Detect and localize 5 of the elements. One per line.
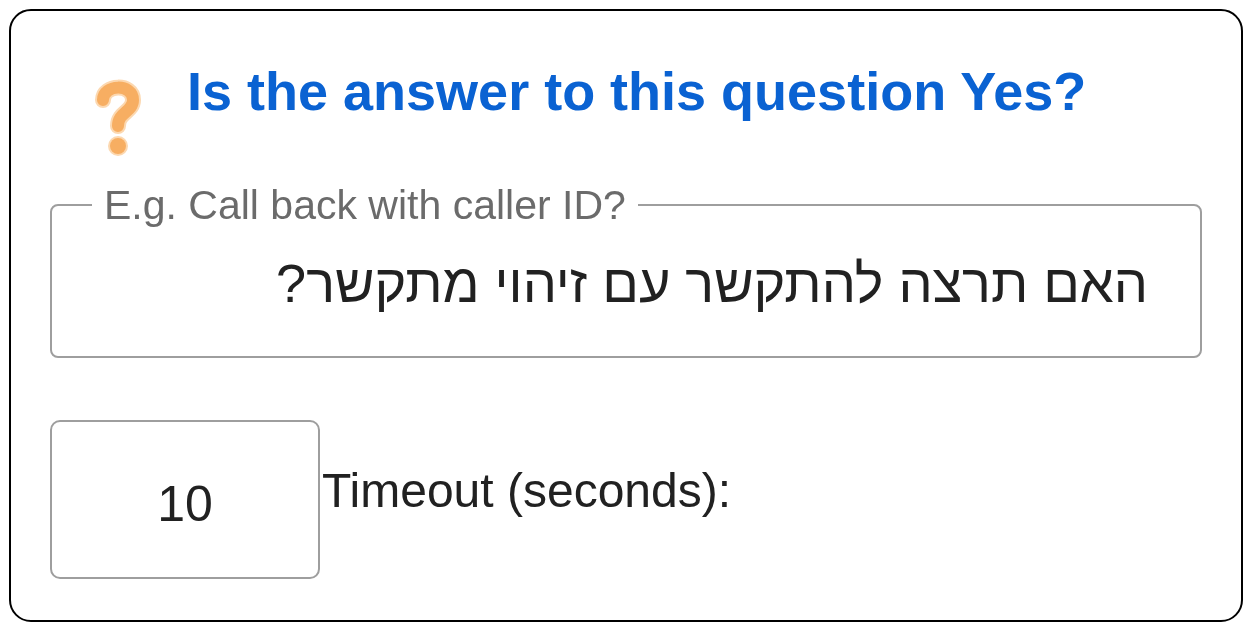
dialog-title: Is the answer to this question Yes? (187, 60, 1087, 122)
question-mark-icon (94, 79, 142, 157)
number-field[interactable]: 10 (50, 420, 320, 579)
floating-label: E.g. Call back with caller ID? (103, 183, 627, 227)
timeout-label: Timeout (seconds): (322, 464, 732, 518)
